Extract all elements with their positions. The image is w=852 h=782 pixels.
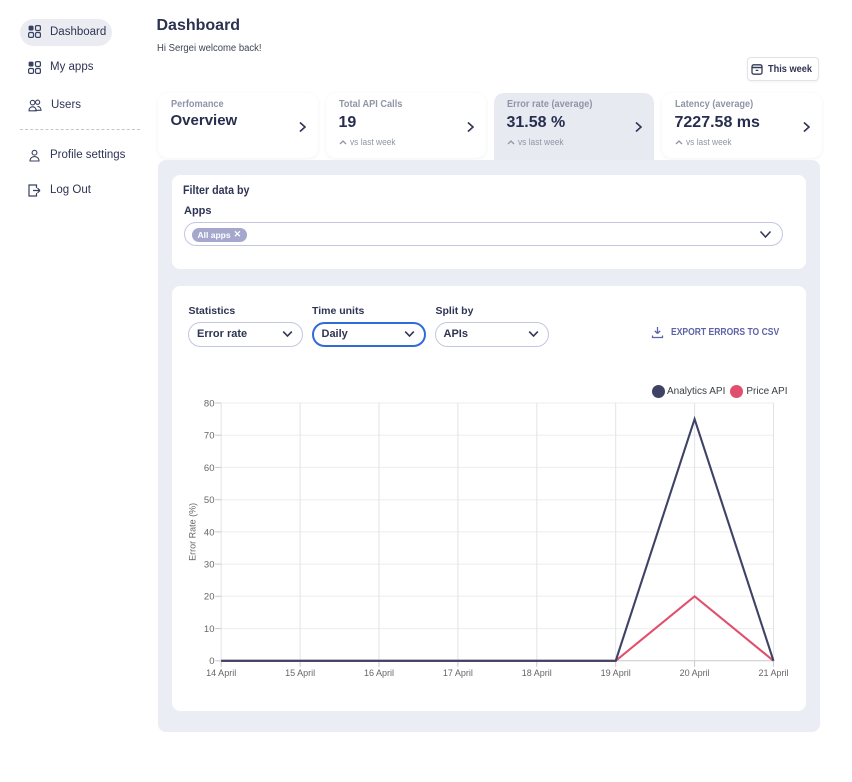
svg-text:50: 50	[203, 495, 214, 506]
svg-text:20 April: 20 April	[679, 668, 709, 678]
svg-text:80: 80	[203, 398, 214, 409]
svg-text:17 April: 17 April	[442, 668, 472, 678]
svg-text:60: 60	[203, 463, 214, 474]
svg-text:16 April: 16 April	[363, 668, 393, 678]
svg-text:14 April: 14 April	[206, 668, 236, 678]
svg-text:Error Rate (%): Error Rate (%)	[187, 503, 197, 561]
svg-text:20: 20	[203, 592, 214, 603]
svg-text:70: 70	[203, 431, 214, 442]
svg-text:40: 40	[203, 527, 214, 538]
svg-text:0: 0	[209, 656, 214, 667]
svg-text:21 April: 21 April	[758, 668, 788, 678]
svg-text:18 April: 18 April	[521, 668, 551, 678]
svg-text:15 April: 15 April	[285, 668, 315, 678]
svg-text:10: 10	[203, 624, 214, 635]
svg-text:30: 30	[203, 560, 214, 571]
svg-text:19 April: 19 April	[600, 668, 630, 678]
